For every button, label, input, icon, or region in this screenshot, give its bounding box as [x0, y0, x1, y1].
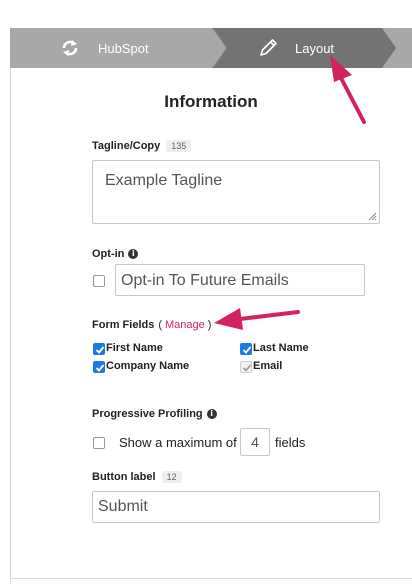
annotation-arrow-manage	[214, 308, 300, 330]
annotation-arrow-overlay	[214, 55, 366, 330]
annotation-arrow-layout	[330, 55, 366, 124]
